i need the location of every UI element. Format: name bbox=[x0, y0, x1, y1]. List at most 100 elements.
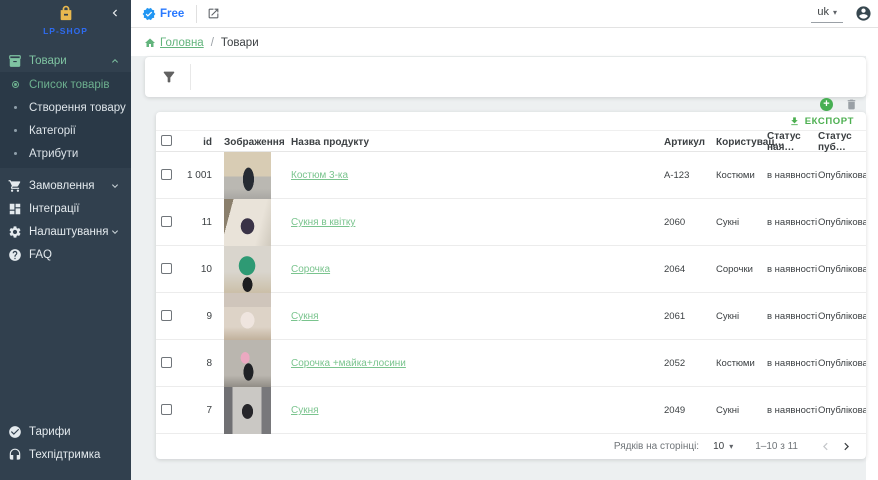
delete-icon[interactable] bbox=[845, 98, 858, 111]
sidebar-collapse-icon[interactable] bbox=[108, 6, 122, 20]
product-id: 8 bbox=[184, 358, 214, 369]
product-name-link[interactable]: Сукня bbox=[291, 405, 319, 416]
filter-bar bbox=[145, 57, 866, 97]
add-product-button[interactable]: + bbox=[820, 98, 833, 111]
product-category: Сукні bbox=[716, 311, 767, 322]
language-select[interactable]: uk ▾ bbox=[811, 4, 843, 23]
sidebar-item-product-list[interactable]: Список товарів bbox=[0, 73, 131, 96]
product-name-link[interactable]: Сукня в квітку bbox=[291, 217, 355, 228]
sidebar-item-integrations[interactable]: Інтеграції bbox=[0, 197, 131, 220]
plan-badge[interactable]: Free bbox=[142, 7, 184, 21]
verified-badge-icon bbox=[142, 7, 156, 21]
rows-per-page-select[interactable]: 10 ▾ bbox=[713, 441, 733, 452]
product-category: Костюми bbox=[716, 358, 767, 369]
sidebar-item-attributes[interactable]: Атрибути bbox=[0, 142, 131, 165]
product-stock-status: в наявності bbox=[767, 264, 818, 275]
sidebar-item-label: Тарифи bbox=[29, 426, 71, 438]
product-name-link[interactable]: Сорочка +майка+лосини bbox=[291, 358, 406, 369]
topbar-divider bbox=[196, 5, 197, 23]
product-id: 7 bbox=[184, 405, 214, 416]
product-id: 9 bbox=[184, 311, 214, 322]
account-avatar-icon[interactable] bbox=[855, 5, 872, 22]
sidebar-item-faq[interactable]: FAQ bbox=[0, 243, 131, 266]
column-header-category[interactable]: Користувац… bbox=[716, 137, 767, 148]
sidebar-item-categories[interactable]: Категорії bbox=[0, 119, 131, 142]
column-header-stock[interactable]: Статус ная… bbox=[767, 131, 818, 153]
table-body: 1 001 Костюм 3-ка A-123 Костюми в наявно… bbox=[156, 152, 866, 434]
product-name-link[interactable]: Сукня bbox=[291, 311, 319, 322]
apps-icon bbox=[8, 202, 22, 216]
open-storefront-icon[interactable] bbox=[207, 7, 220, 20]
column-header-publish[interactable]: Статус пуб… bbox=[818, 131, 866, 153]
column-header-name[interactable]: Назва продукту bbox=[281, 137, 664, 148]
row-checkbox[interactable] bbox=[161, 404, 172, 415]
previous-page-icon[interactable] bbox=[818, 439, 833, 454]
dot-icon bbox=[8, 129, 22, 132]
table-row[interactable]: 8 Сорочка +майка+лосини 2052 Костюми в н… bbox=[156, 340, 866, 387]
row-checkbox[interactable] bbox=[161, 263, 172, 274]
column-header-sku[interactable]: Артикул bbox=[664, 137, 716, 148]
plan-badge-label: Free bbox=[160, 8, 184, 20]
product-stock-status: в наявності bbox=[767, 358, 818, 369]
shop-bag-logo-icon bbox=[58, 5, 74, 22]
row-checkbox[interactable] bbox=[161, 216, 172, 227]
table-row[interactable]: 7 Сукня 2049 Сукні в наявності Опубліков… bbox=[156, 387, 866, 434]
headset-icon bbox=[8, 448, 22, 462]
column-header-id[interactable]: id bbox=[184, 137, 214, 148]
sidebar-nav: Товари Список товарів Створення товару К… bbox=[0, 49, 131, 420]
table-row[interactable]: 10 Сорочка 2064 Сорочки в наявності Опуб… bbox=[156, 246, 866, 293]
select-all-checkbox[interactable] bbox=[161, 135, 172, 146]
product-thumbnail bbox=[224, 152, 271, 199]
table-row[interactable]: 1 001 Костюм 3-ка A-123 Костюми в наявно… bbox=[156, 152, 866, 199]
table-row[interactable]: 9 Сукня 2061 Сукні в наявності Опубліков… bbox=[156, 293, 866, 340]
sidebar-item-label: Налаштування bbox=[29, 226, 108, 238]
product-stock-status: в наявності bbox=[767, 311, 818, 322]
breadcrumb-separator: / bbox=[211, 37, 214, 49]
product-name-link[interactable]: Костюм 3-ка bbox=[291, 170, 348, 181]
product-category: Костюми bbox=[716, 170, 767, 181]
table-row[interactable]: 11 Сукня в квітку 2060 Сукні в наявності… bbox=[156, 199, 866, 246]
column-header-image[interactable]: Зображення bbox=[214, 137, 281, 148]
chevron-up-icon bbox=[109, 55, 121, 67]
sidebar-item-label: Список товарів bbox=[29, 79, 109, 91]
sidebar-item-label: Категорії bbox=[29, 125, 76, 137]
sidebar-item-product-create[interactable]: Створення товару bbox=[0, 96, 131, 119]
product-thumbnail bbox=[224, 246, 271, 293]
sidebar-item-orders[interactable]: Замовлення bbox=[0, 174, 131, 197]
topbar-right: uk ▾ bbox=[811, 4, 872, 23]
caret-down-icon: ▾ bbox=[729, 442, 733, 451]
product-sku: A-123 bbox=[664, 170, 716, 181]
dot-icon bbox=[8, 106, 22, 109]
chevron-down-icon bbox=[109, 226, 121, 238]
product-category: Сорочки bbox=[716, 264, 767, 275]
sidebar-item-label: Атрибути bbox=[29, 148, 78, 160]
product-name-link[interactable]: Сорочка bbox=[291, 264, 330, 275]
gear-icon bbox=[8, 225, 22, 239]
product-thumbnail bbox=[224, 199, 271, 246]
breadcrumb-current: Товари bbox=[221, 37, 259, 49]
product-stock-status: в наявності bbox=[767, 405, 818, 416]
product-publish-status: Опубліковано bbox=[818, 311, 866, 322]
rows-per-page-label: Рядків на сторінці: bbox=[614, 441, 699, 452]
sidebar-item-tariffs[interactable]: Тарифи bbox=[0, 420, 131, 443]
filter-funnel-icon[interactable] bbox=[161, 69, 177, 85]
row-checkbox[interactable] bbox=[161, 357, 172, 368]
pagination: Рядків на сторінці: 10 ▾ 1–10 з 11 bbox=[156, 434, 866, 459]
row-checkbox[interactable] bbox=[161, 169, 172, 180]
caret-down-icon: ▾ bbox=[833, 8, 837, 17]
row-checkbox[interactable] bbox=[161, 310, 172, 321]
product-id: 1 001 bbox=[184, 170, 214, 181]
product-category: Сукні bbox=[716, 405, 767, 416]
breadcrumb-home-link[interactable]: Головна bbox=[160, 37, 204, 49]
rows-per-page-value: 10 bbox=[713, 441, 724, 452]
export-button[interactable]: ЕКСПОРТ bbox=[156, 112, 866, 131]
products-table-card: ЕКСПОРТ id Зображення Назва продукту Арт… bbox=[156, 112, 866, 459]
cart-icon bbox=[8, 179, 22, 193]
product-category: Сукні bbox=[716, 217, 767, 228]
product-stock-status: в наявності bbox=[767, 170, 818, 181]
main-content: + ЕКСПОРТ id Зображення Назва продукту А… bbox=[131, 56, 866, 480]
sidebar-item-products[interactable]: Товари bbox=[0, 49, 131, 72]
next-page-icon[interactable] bbox=[839, 439, 854, 454]
sidebar-item-settings[interactable]: Налаштування bbox=[0, 220, 131, 243]
sidebar-item-support[interactable]: Техпідтримка bbox=[0, 443, 131, 466]
